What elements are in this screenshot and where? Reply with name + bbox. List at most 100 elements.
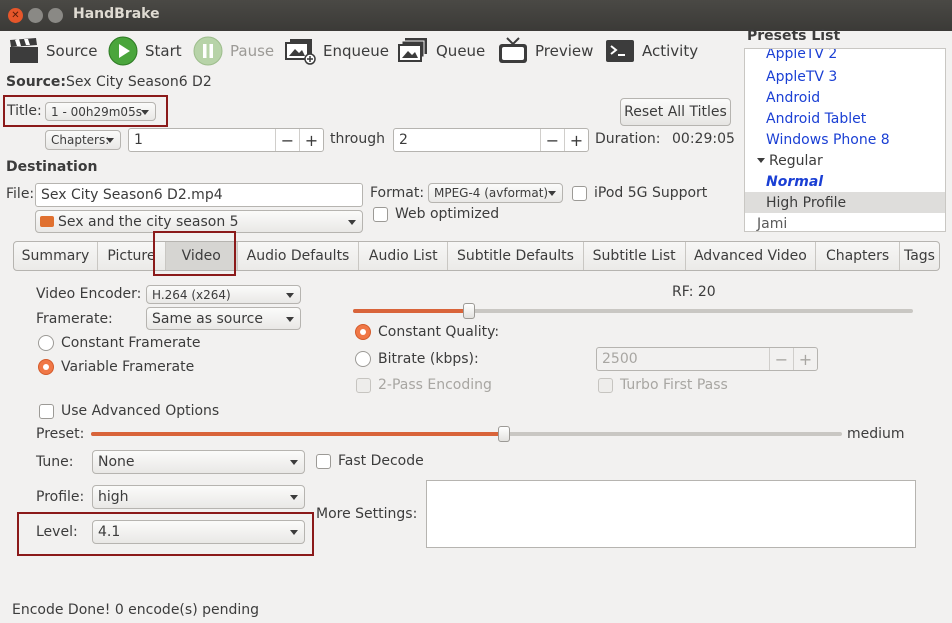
chevron-down-icon <box>548 191 556 196</box>
queue-label: Queue <box>436 42 486 60</box>
framerate-label: Framerate: <box>36 311 113 327</box>
profile-label: Profile: <box>36 489 85 505</box>
variable-framerate-radio[interactable]: Variable Framerate <box>38 359 194 375</box>
plus-icon[interactable]: + <box>299 129 323 151</box>
activity-label: Activity <box>642 42 699 60</box>
format-value: MPEG-4 (avformat) <box>434 186 549 200</box>
bitrate-stepper[interactable]: 2500 − + <box>596 347 818 371</box>
tab-advanced-video[interactable]: Advanced Video <box>686 242 817 270</box>
tab-video[interactable]: Video <box>165 242 238 270</box>
variable-framerate-label: Variable Framerate <box>61 359 195 375</box>
chevron-down-icon <box>290 460 298 465</box>
preset-item-default[interactable]: Normal <box>745 171 945 192</box>
folder-icon <box>40 216 54 227</box>
two-pass-checkbox[interactable]: 2-Pass Encoding <box>356 377 492 393</box>
plus-icon[interactable]: + <box>793 348 817 370</box>
source-button[interactable]: Source <box>8 34 98 68</box>
framerate-value: Same as source <box>152 310 263 327</box>
enqueue-label: Enqueue <box>323 42 389 60</box>
chevron-down-icon <box>290 530 298 535</box>
preset-item[interactable]: Android Tablet <box>745 108 945 129</box>
radio-indicator <box>355 351 371 367</box>
turbo-first-pass-checkbox[interactable]: Turbo First Pass <box>598 377 728 393</box>
preset-item[interactable]: Windows Phone 8 <box>745 129 945 150</box>
level-value: 4.1 <box>98 524 121 540</box>
constant-quality-radio[interactable]: Constant Quality: <box>355 324 499 340</box>
ipod-5g-checkbox[interactable]: iPod 5G Support <box>572 185 707 201</box>
queue-button[interactable]: Queue <box>398 34 485 68</box>
preset-item[interactable]: Jami <box>745 213 945 232</box>
fast-decode-checkbox[interactable]: Fast Decode <box>316 453 424 469</box>
source-heading: Source: <box>6 74 66 90</box>
web-optimized-label: Web optimized <box>395 206 500 222</box>
title-select[interactable]: 1 - 00h29m05s <box>45 102 156 121</box>
tab-tags[interactable]: Tags <box>900 242 939 270</box>
constant-framerate-label: Constant Framerate <box>61 335 201 351</box>
enqueue-button[interactable]: Enqueue <box>285 34 389 68</box>
preset-item[interactable]: AppleTV 3 <box>745 66 945 87</box>
pause-button[interactable]: Pause <box>192 34 274 68</box>
tune-select[interactable]: None <box>92 450 305 474</box>
presets-list: AppleTV 2 AppleTV 3 Android Android Tabl… <box>744 48 946 232</box>
tab-audio-list[interactable]: Audio List <box>359 242 449 270</box>
turbo-first-pass-label: Turbo First Pass <box>620 377 728 393</box>
preset-item[interactable]: AppleTV 2 <box>745 49 945 62</box>
encoder-preset-slider[interactable] <box>91 426 842 442</box>
expander-icon <box>757 158 765 163</box>
file-name-input[interactable]: Sex City Season6 D2.mp4 <box>35 183 363 207</box>
tab-subtitle-list[interactable]: Subtitle List <box>584 242 686 270</box>
pause-label: Pause <box>230 42 275 60</box>
minus-icon[interactable]: − <box>540 129 564 151</box>
tab-subtitle-defaults[interactable]: Subtitle Defaults <box>448 242 584 270</box>
checkbox-box <box>316 453 331 469</box>
tab-chapters[interactable]: Chapters <box>816 242 900 270</box>
reset-all-titles-button[interactable]: Reset All Titles <box>620 98 731 126</box>
window-title: HandBrake <box>73 6 160 22</box>
activity-button[interactable]: Activity <box>604 34 698 68</box>
destination-folder-value: Sex and the city season 5 <box>58 213 239 230</box>
quality-slider-handle[interactable] <box>463 303 476 319</box>
title-select-value: 1 - 00h29m05s <box>51 104 142 119</box>
minus-icon[interactable]: − <box>275 129 299 151</box>
checkbox-box <box>356 377 371 393</box>
constant-framerate-radio[interactable]: Constant Framerate <box>38 335 200 351</box>
ipod-5g-label: iPod 5G Support <box>594 185 708 201</box>
profile-select[interactable]: high <box>92 485 305 509</box>
maximize-icon[interactable] <box>48 8 63 23</box>
tab-summary[interactable]: Summary <box>14 242 98 270</box>
source-label: Source <box>46 42 98 60</box>
quality-slider-fill <box>353 309 470 313</box>
bitrate-radio[interactable]: Bitrate (kbps): <box>355 351 479 367</box>
constant-quality-label: Constant Quality: <box>378 324 500 340</box>
preview-button[interactable]: Preview <box>497 34 593 68</box>
chapter-start-stepper[interactable]: 1 − + <box>128 128 324 152</box>
encoder-preset-slider-handle[interactable] <box>498 426 511 442</box>
checkbox-box <box>373 206 388 222</box>
video-encoder-select[interactable]: H.264 (x264) <box>146 285 301 304</box>
preset-item-selected[interactable]: High Profile <box>745 192 945 213</box>
plus-icon[interactable]: + <box>564 129 588 151</box>
preset-item[interactable]: Android <box>745 87 945 108</box>
tab-audio-defaults[interactable]: Audio Defaults <box>238 242 360 270</box>
preset-group-label: Regular <box>769 152 823 169</box>
minimize-icon[interactable] <box>28 8 43 23</box>
use-advanced-options-checkbox[interactable]: Use Advanced Options <box>39 403 219 419</box>
close-icon[interactable]: ✕ <box>8 8 23 23</box>
tab-picture[interactable]: Picture <box>98 242 166 270</box>
framerate-select[interactable]: Same as source <box>146 307 301 330</box>
format-select[interactable]: MPEG-4 (avformat) <box>428 183 563 203</box>
start-button[interactable]: Start <box>107 34 182 68</box>
minus-icon[interactable]: − <box>769 348 793 370</box>
preset-group-regular[interactable]: Regular <box>745 150 945 171</box>
range-type-select[interactable]: Chapters: <box>45 130 121 150</box>
destination-folder-select[interactable]: Sex and the city season 5 <box>35 210 363 233</box>
chapter-end-stepper[interactable]: 2 − + <box>393 128 589 152</box>
settings-tab-bar: Summary Picture Video Audio Defaults Aud… <box>13 241 940 271</box>
quality-slider[interactable] <box>353 303 913 319</box>
clapperboard-icon <box>8 35 40 67</box>
level-select[interactable]: 4.1 <box>92 520 305 544</box>
preset-label: Preset: <box>36 426 85 442</box>
web-optimized-checkbox[interactable]: Web optimized <box>373 206 499 222</box>
profile-value: high <box>98 489 129 505</box>
more-settings-textarea[interactable] <box>426 480 916 548</box>
